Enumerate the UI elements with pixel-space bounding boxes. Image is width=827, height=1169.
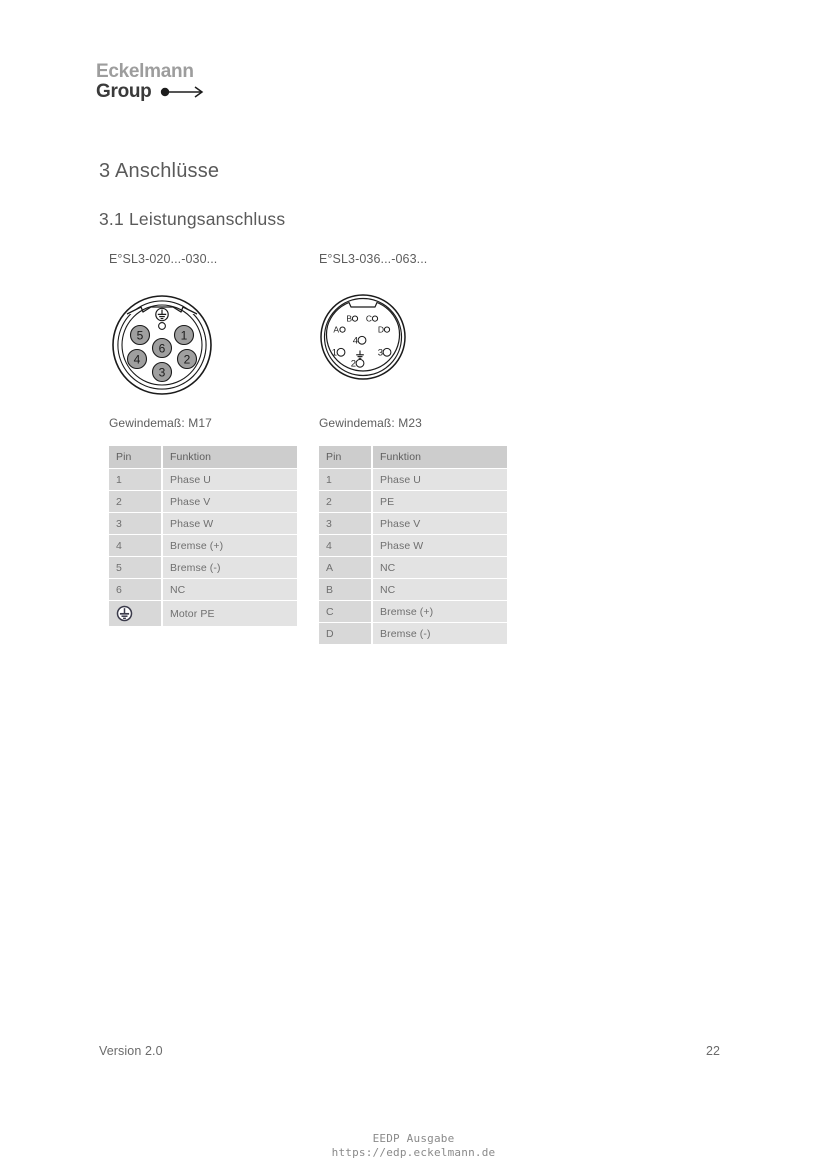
cell-funktion: Phase W — [162, 512, 297, 535]
table-row: B NC — [319, 578, 507, 601]
cell-pin: A — [319, 556, 373, 579]
table-row: C Bremse (+) — [319, 600, 507, 623]
table-row: 3 Phase V — [319, 512, 507, 535]
cell-funktion: Bremse (+) — [162, 534, 297, 557]
table-row: 5 Bremse (-) — [109, 556, 297, 579]
svg-text:3: 3 — [159, 365, 166, 379]
pin-table-m23: Pin Funktion 1 Phase U 2 PE 3 Phase V 4 … — [319, 446, 507, 644]
table-header-row: Pin Funktion — [109, 446, 297, 469]
svg-text:6: 6 — [159, 341, 166, 355]
cell-pin: B — [319, 578, 373, 601]
watermark: EEDP Ausgabe https://edp.eckelmann.de — [0, 1132, 827, 1160]
cell-funktion: Bremse (-) — [372, 622, 507, 644]
column-header-funktion: Funktion — [372, 446, 507, 469]
table-row: 2 PE — [319, 490, 507, 513]
cell-pin: 3 — [319, 512, 373, 535]
watermark-line-2: https://edp.eckelmann.de — [331, 1146, 496, 1159]
cell-funktion: Bremse (+) — [372, 600, 507, 623]
pin-table-m17: Pin Funktion 1 Phase U 2 Phase V 3 Phase… — [109, 446, 297, 626]
cell-pin: D — [319, 622, 373, 644]
column-header-pin: Pin — [319, 446, 373, 469]
connector-block-m23: E°SL3-036...-063... A B C D 1 2 3 4 Gewi… — [319, 252, 519, 644]
svg-text:1: 1 — [181, 328, 188, 342]
table-row: Motor PE — [109, 600, 297, 626]
cell-pin: 4 — [319, 534, 373, 557]
model-label-m23: E°SL3-036...-063... — [319, 252, 428, 266]
table-row: 1 Phase U — [109, 468, 297, 491]
logo-text-eckelmann: Eckelmann — [96, 61, 194, 82]
logo-line-group: Group — [96, 82, 356, 102]
eckelmann-group-logo: Eckelmann Group — [96, 62, 356, 112]
cell-funktion: Bremse (-) — [162, 556, 297, 579]
cell-funktion: PE — [372, 490, 507, 513]
cell-funktion: Phase W — [372, 534, 507, 557]
svg-text:D: D — [378, 325, 384, 335]
table-row: 3 Phase W — [109, 512, 297, 535]
connector-block-m17: E°SL3-020...-030... 5 1 6 4 2 3 Gewindem… — [109, 252, 309, 626]
svg-text:B: B — [346, 314, 352, 324]
svg-text:4: 4 — [353, 336, 358, 347]
cell-funktion: Motor PE — [162, 600, 297, 626]
cell-funktion: NC — [162, 578, 297, 601]
table-row: D Bremse (-) — [319, 622, 507, 644]
table-row: 6 NC — [109, 578, 297, 601]
cell-funktion: NC — [372, 556, 507, 579]
model-label-m17: E°SL3-020...-030... — [109, 252, 218, 266]
svg-text:4: 4 — [134, 352, 141, 366]
svg-text:2: 2 — [351, 359, 356, 370]
table-header-row: Pin Funktion — [319, 446, 507, 469]
table-row: 1 Phase U — [319, 468, 507, 491]
section-heading-2: 3.1 Leistungsanschluss — [99, 209, 286, 229]
table-row: 2 Phase V — [109, 490, 297, 513]
cell-funktion: Phase U — [162, 468, 297, 491]
cell-funktion: Phase U — [372, 468, 507, 491]
cell-pin: 3 — [109, 512, 163, 535]
cell-pin-earth — [109, 600, 163, 626]
svg-text:5: 5 — [137, 328, 144, 342]
cell-pin: C — [319, 600, 373, 623]
m23-connector-diagram: A B C D 1 2 3 4 — [319, 290, 519, 402]
svg-text:2: 2 — [184, 352, 191, 366]
table-row: 4 Bremse (+) — [109, 534, 297, 557]
svg-text:3: 3 — [378, 348, 383, 359]
logo-text-group: Group — [96, 81, 152, 102]
footer-version: Version 2.0 — [99, 1044, 163, 1058]
cell-pin: 1 — [319, 468, 373, 491]
thread-size-m23: Gewindemaß: M23 — [319, 416, 422, 430]
cell-pin: 1 — [109, 468, 163, 491]
cell-funktion: Phase V — [372, 512, 507, 535]
table-row: 4 Phase W — [319, 534, 507, 557]
svg-text:C: C — [366, 314, 372, 324]
column-header-pin: Pin — [109, 446, 163, 469]
cell-pin: 4 — [109, 534, 163, 557]
pe-earth-icon — [155, 307, 169, 322]
cell-funktion: Phase V — [162, 490, 297, 513]
section-heading-1: 3 Anschlüsse — [99, 160, 220, 182]
cell-pin: 2 — [319, 490, 373, 513]
cell-pin: 2 — [109, 490, 163, 513]
cell-funktion: NC — [372, 578, 507, 601]
thread-size-m17: Gewindemaß: M17 — [109, 416, 212, 430]
column-header-funktion: Funktion — [162, 446, 297, 469]
svg-text:1: 1 — [332, 348, 337, 359]
cell-pin: 5 — [109, 556, 163, 579]
svg-text:A: A — [333, 325, 339, 335]
footer-page-number: 22 — [706, 1044, 720, 1058]
cell-pin: 6 — [109, 578, 163, 601]
pe-earth-icon — [116, 605, 133, 622]
table-row: A NC — [319, 556, 507, 579]
m17-connector-diagram: 5 1 6 4 2 3 — [109, 290, 309, 402]
watermark-line-1: EEDP Ausgabe — [372, 1132, 455, 1145]
arrow-right-icon — [160, 86, 203, 98]
